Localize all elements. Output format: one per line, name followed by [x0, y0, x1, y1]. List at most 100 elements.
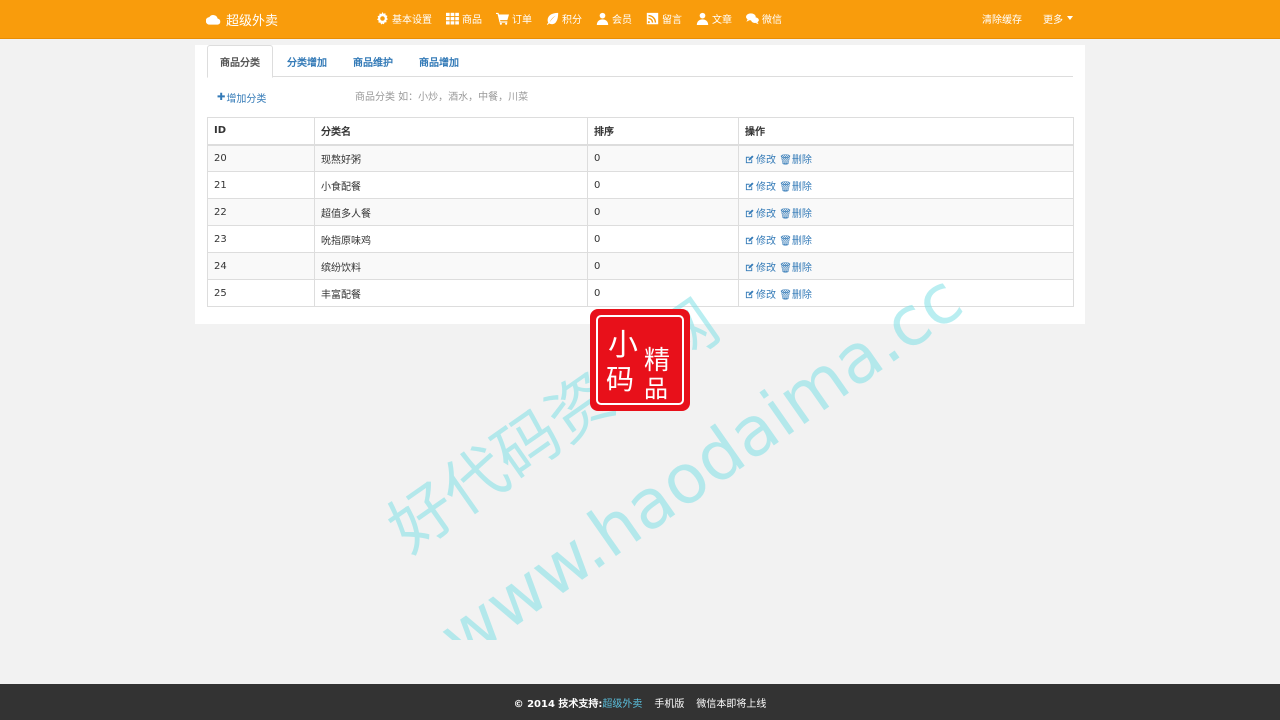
cell-name: 现熬好粥: [314, 144, 588, 172]
edit-icon: [745, 181, 754, 190]
footer-copyright: © 2014 技术支持:超级外卖: [514, 695, 643, 710]
add-category-button[interactable]: ✚ 增加分类: [217, 90, 266, 105]
nav-basic-settings[interactable]: 基本设置: [376, 11, 432, 26]
cell-id: 22: [207, 198, 315, 226]
delete-label: 删除: [791, 181, 812, 193]
nav-label: 文章: [712, 14, 732, 26]
cell-sort: 0: [587, 144, 739, 172]
cart-icon: [496, 12, 509, 25]
trash-icon: 🗑: [779, 154, 792, 166]
plus-icon: ✚: [217, 92, 226, 103]
delete-button[interactable]: 🗑删除: [779, 182, 812, 193]
edit-label: 修改: [756, 208, 776, 220]
trash-icon: 🗑: [779, 289, 792, 301]
edit-label: 修改: [756, 262, 776, 274]
edit-button[interactable]: 修改: [745, 290, 776, 301]
clear-cache-label: 清除缓存: [982, 14, 1022, 26]
content-panel: 商品分类 分类增加 商品维护 商品增加 ✚ 增加分类 商品分类 如：小炒，酒水，…: [195, 45, 1085, 324]
stamp-char: 精: [644, 346, 670, 376]
edit-label: 修改: [756, 154, 776, 166]
cell-id: 25: [207, 279, 315, 307]
comments-icon: [746, 12, 759, 24]
table-row: 20 现熬好粥 0 修改 🗑删除: [207, 144, 1074, 172]
rss-icon: [646, 12, 659, 24]
cell-id: 21: [207, 171, 315, 199]
nav-label: 会员: [612, 14, 632, 26]
stamp-char: 码: [606, 363, 634, 396]
edit-button[interactable]: 修改: [745, 209, 776, 220]
nav-label: 留言: [662, 14, 682, 26]
nav-label: 基本设置: [392, 14, 432, 26]
edit-button[interactable]: 修改: [745, 182, 776, 193]
nav-products[interactable]: 商品: [446, 11, 482, 26]
cell-id: 20: [207, 144, 315, 172]
column-header-id: ID: [207, 117, 315, 146]
edit-button[interactable]: 修改: [745, 236, 776, 247]
top-navbar: 超级外卖 基本设置 商品 订单 积分 会员 留言 文章 微信 清除缓存 更多: [0, 0, 1280, 39]
delete-label: 删除: [791, 235, 812, 247]
nav-messages[interactable]: 留言: [646, 11, 682, 26]
delete-label: 删除: [791, 262, 812, 274]
nav-orders[interactable]: 订单: [496, 11, 532, 26]
add-category-label: 增加分类: [226, 94, 267, 105]
category-table: ID 分类名 排序 操作 20 现熬好粥 0 修改 🗑删除 21 小食配餐 0: [207, 117, 1074, 307]
tab-add-category[interactable]: 分类增加: [275, 45, 339, 77]
stamp-char: 品: [644, 375, 668, 403]
delete-label: 删除: [791, 208, 812, 220]
table-header-row: ID 分类名 排序 操作: [207, 117, 1074, 146]
nav-wechat[interactable]: 微信: [746, 11, 782, 26]
cell-id: 23: [207, 225, 315, 253]
copyright-label: © 2014 技术支持:: [513, 698, 603, 710]
nav-articles[interactable]: 文章: [696, 11, 732, 26]
nav-points[interactable]: 积分: [546, 11, 582, 26]
delete-button[interactable]: 🗑删除: [779, 263, 812, 274]
edit-label: 修改: [756, 289, 776, 301]
user-icon: [696, 12, 709, 25]
nav-label: 积分: [562, 14, 582, 26]
wechat-version-link[interactable]: 微信本即将上线: [696, 695, 766, 710]
cell-actions: 修改 🗑删除: [738, 171, 1074, 199]
more-dropdown[interactable]: 更多: [1043, 0, 1073, 36]
table-row: 23 吮指原味鸡 0 修改 🗑删除: [207, 225, 1074, 253]
mobile-version-link[interactable]: 手机版: [654, 695, 684, 710]
brand-link[interactable]: 超级外卖: [206, 0, 278, 39]
delete-button[interactable]: 🗑删除: [779, 209, 812, 220]
tab-add-product[interactable]: 商品增加: [407, 45, 471, 77]
leaf-icon: [546, 12, 559, 25]
nav-members[interactable]: 会员: [596, 11, 632, 26]
edit-icon: [745, 208, 754, 217]
column-header-name: 分类名: [314, 117, 588, 146]
delete-button[interactable]: 🗑删除: [779, 155, 812, 166]
trash-icon: 🗑: [779, 262, 792, 274]
cell-actions: 修改 🗑删除: [738, 198, 1074, 226]
footer-brand-link[interactable]: 超级外卖: [602, 699, 642, 710]
edit-icon: [745, 289, 754, 298]
brand-label: 超级外卖: [226, 14, 279, 29]
cell-name: 小食配餐: [314, 171, 588, 199]
table-row: 25 丰富配餐 0 修改 🗑删除: [207, 279, 1074, 307]
column-header-sort: 排序: [587, 117, 739, 146]
trash-icon: 🗑: [779, 208, 792, 220]
edit-button[interactable]: 修改: [745, 155, 776, 166]
nav-label: 订单: [512, 14, 532, 26]
cell-name: 超值多人餐: [314, 198, 588, 226]
caret-down-icon: [1067, 16, 1073, 20]
cell-name: 吮指原味鸡: [314, 225, 588, 253]
column-header-actions: 操作: [738, 117, 1074, 146]
delete-button[interactable]: 🗑删除: [779, 236, 812, 247]
trash-icon: 🗑: [779, 235, 792, 247]
seal-stamp: 小 精 码 品: [590, 309, 690, 411]
tab-product-maintenance[interactable]: 商品维护: [341, 45, 405, 77]
cell-name: 丰富配餐: [314, 279, 588, 307]
edit-button[interactable]: 修改: [745, 263, 776, 274]
cell-sort: 0: [587, 198, 739, 226]
tab-product-category[interactable]: 商品分类: [207, 45, 273, 78]
edit-icon: [745, 235, 754, 244]
delete-button[interactable]: 🗑删除: [779, 290, 812, 301]
delete-label: 删除: [791, 289, 812, 301]
cell-actions: 修改 🗑删除: [738, 225, 1074, 253]
main-nav: 基本设置 商品 订单 积分 会员 留言 文章 微信: [376, 0, 796, 36]
tab-bar: 商品分类 分类增加 商品维护 商品增加: [207, 45, 1073, 78]
category-hint: 商品分类 如：小炒，酒水，中餐，川菜: [355, 92, 529, 103]
clear-cache-link[interactable]: 清除缓存: [982, 0, 1022, 36]
